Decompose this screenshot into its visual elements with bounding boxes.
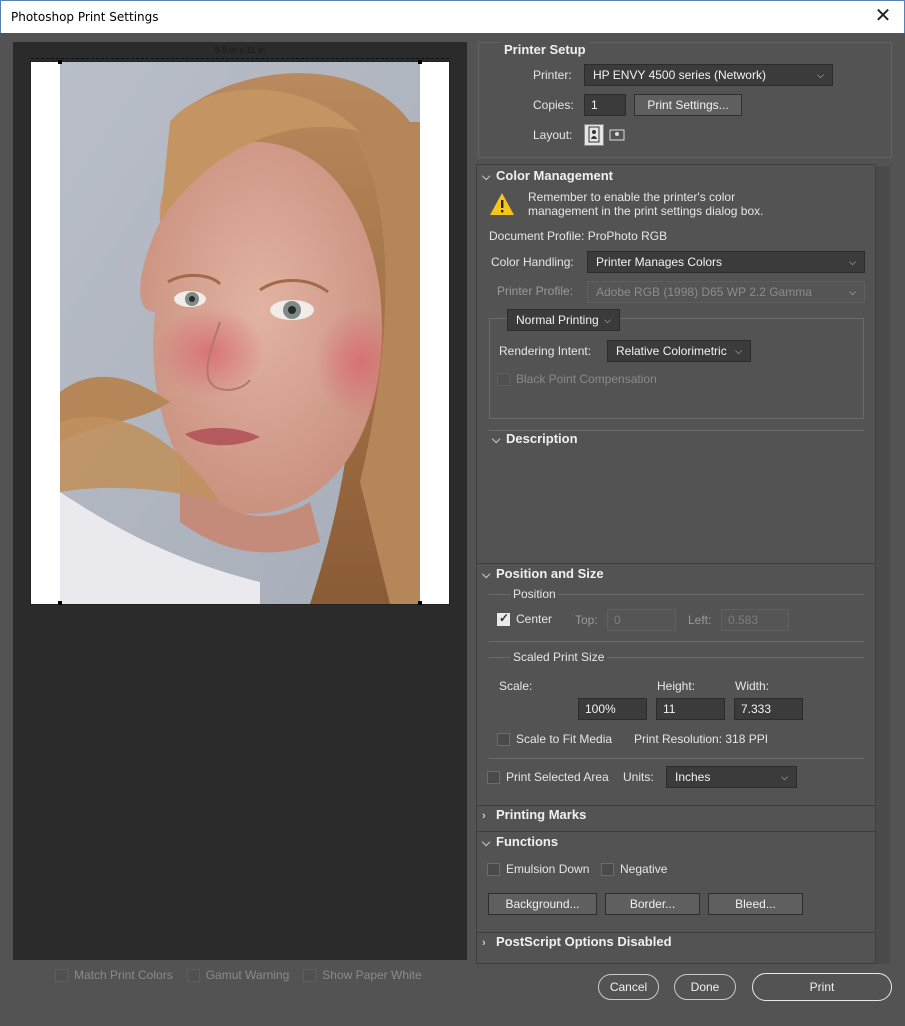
border-button[interactable]: Border... [605,893,700,915]
print-resolution: Print Resolution: 318 PPI [634,732,769,746]
color-management-header[interactable]: ⌵ Color Management [482,168,613,184]
crop-handle[interactable] [418,60,422,64]
chevron-down-icon: ⌵ [604,315,611,325]
crop-handle[interactable] [58,601,62,605]
section-divider [477,831,875,832]
photo-preview[interactable] [60,62,420,604]
document-profile: Document Profile: ProPhoto RGB [489,229,668,243]
crop-handle[interactable] [418,601,422,605]
chevron-down-icon: ⌵ [781,772,788,782]
height-input[interactable]: 11 [656,698,725,720]
match-print-colors-checkbox[interactable]: Match Print Colors [55,968,173,982]
units-dropdown[interactable]: Inches ⌵ [666,766,797,788]
negative-checkbox[interactable]: Negative [601,862,667,876]
left-label: Left: [688,613,712,627]
portrait-layout-icon[interactable] [584,124,604,146]
printer-label: Printer: [533,68,572,82]
copies-label: Copies: [533,98,574,112]
show-paper-white-checkbox[interactable]: Show Paper White [303,968,422,982]
chevron-down-icon: ⌵ [482,837,491,849]
layout-label: Layout: [533,128,573,142]
black-point-checkbox[interactable]: Black Point Compensation [497,372,657,386]
description-header[interactable]: ⌵ Description [492,431,578,447]
chevron-down-icon: ⌵ [492,434,501,446]
chevron-down-icon: ⌵ [849,257,856,267]
crop-handle[interactable] [58,60,62,64]
chevron-down-icon: ⌵ [817,70,824,80]
preview-options: Match Print Colors Gamut Warning Show Pa… [55,968,422,982]
section-divider [477,563,875,564]
position-size-header[interactable]: ⌵ Position and Size [482,566,604,582]
scrollbar[interactable] [876,166,890,964]
functions-header[interactable]: ⌵ Functions [482,834,558,850]
top-input[interactable]: 0 [607,609,676,631]
rendering-intent-label: Rendering Intent: [499,344,592,358]
chevron-right-icon: › [482,810,486,822]
color-handling-label: Color Handling: [491,255,574,269]
group-bottom-line [489,641,864,642]
landscape-layout-icon[interactable] [608,126,626,144]
color-handling-dropdown[interactable]: Printer Manages Colors ⌵ [587,251,865,273]
printer-profile-label: Printer Profile: [497,284,574,298]
print-button[interactable]: Print [752,973,892,1001]
height-label: Height: [657,679,696,693]
printer-setup-title: Printer Setup [501,42,589,57]
position-group-label: Position [510,587,559,601]
portrait-image [60,62,420,604]
printer-profile-dropdown[interactable]: Adobe RGB (1998) D65 WP 2.2 Gamma ⌵ [587,281,865,303]
printer-dropdown[interactable]: HP ENVY 4500 series (Network) ⌵ [584,64,833,86]
color-warning-text: Remember to enable the printer's color m… [528,190,764,218]
close-icon[interactable]: ✕ [872,5,894,27]
postscript-header[interactable]: › PostScript Options Disabled [482,934,672,949]
paper-size-label: 8.5 in x 11 in [214,45,266,55]
width-input[interactable]: 7.333 [734,698,803,720]
emulsion-down-checkbox[interactable]: Emulsion Down [487,862,589,876]
section-divider [477,932,875,933]
cancel-button[interactable]: Cancel [598,974,659,1000]
section-divider [477,805,875,806]
group-bottom-line [489,758,864,759]
copies-input[interactable]: 1 [584,94,626,116]
chevron-down-icon: ⌵ [735,346,742,356]
scale-label: Scale: [499,679,533,693]
chevron-down-icon: ⌵ [482,171,491,183]
gamut-warning-checkbox[interactable]: Gamut Warning [186,968,289,982]
units-label: Units: [623,770,654,784]
window-title: Photoshop Print Settings [11,10,159,24]
background-button[interactable]: Background... [488,893,597,915]
printing-marks-header[interactable]: › Printing Marks [482,807,586,822]
left-input[interactable]: 0.583 [721,609,789,631]
width-label: Width: [735,679,770,693]
chevron-down-icon: ⌵ [482,569,491,581]
scale-to-fit-checkbox[interactable]: Scale to Fit Media [497,732,612,746]
done-button[interactable]: Done [674,974,736,1000]
scale-input[interactable]: 100% [578,698,647,720]
title-bar: Photoshop Print Settings ✕ [0,0,905,33]
chevron-down-icon: ⌵ [849,287,856,297]
rendering-group [489,318,864,419]
bleed-button[interactable]: Bleed... [708,893,803,915]
chevron-right-icon: › [482,937,486,949]
warning-icon [489,192,515,219]
normal-printing-dropdown[interactable]: Normal Printing ⌵ [507,309,620,331]
rendering-intent-dropdown[interactable]: Relative Colorimetric ⌵ [607,340,751,362]
top-label: Top: [575,613,598,627]
print-selected-area-checkbox[interactable]: Print Selected Area [487,770,609,784]
print-settings-button[interactable]: Print Settings... [634,94,742,116]
scaled-print-size-label: Scaled Print Size [510,650,608,664]
center-checkbox[interactable]: Center [497,611,552,626]
